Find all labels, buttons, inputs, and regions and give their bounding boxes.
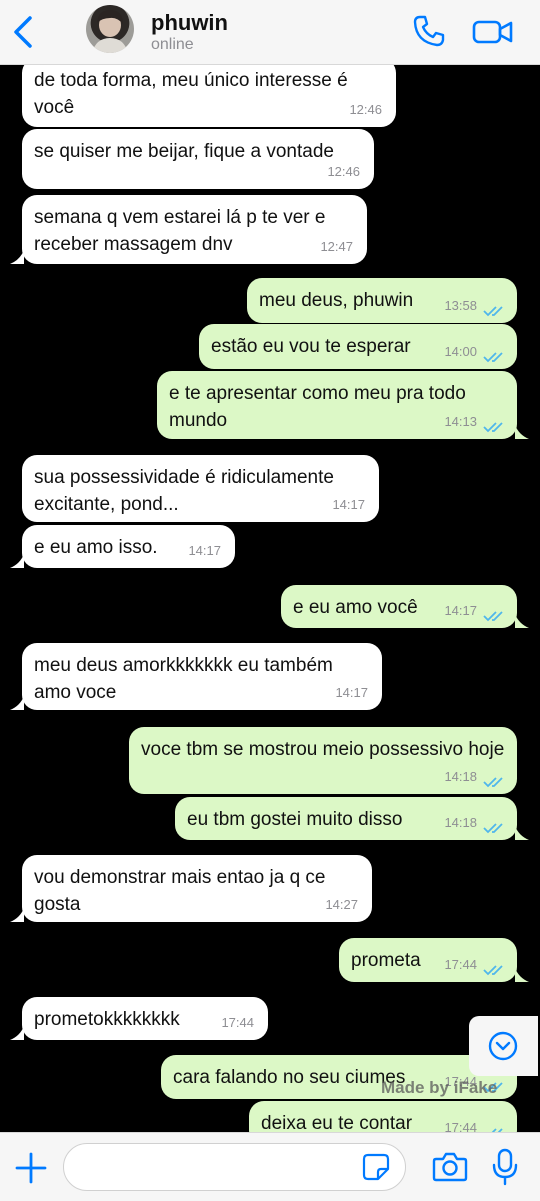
read-receipt-icon: [483, 352, 503, 363]
message-time: 13:58: [444, 298, 477, 313]
watermark: Made by iFake: [381, 1078, 498, 1097]
message-text: e te apresentar como meu pra todo mundo: [169, 383, 466, 431]
message-text: vou demonstrar mais entao ja q ce gosta: [34, 867, 326, 915]
message-bubble-incoming[interactable]: vou demonstrar mais entao ja q ce gosta …: [22, 855, 372, 922]
contact-status: online: [151, 36, 194, 53]
bubble-tail: [10, 554, 24, 568]
message-time: 14:18: [444, 769, 477, 784]
message-bubble-outgoing[interactable]: e eu amo você 14:17: [281, 585, 517, 628]
sticker-icon[interactable]: [362, 1153, 390, 1181]
phone-icon[interactable]: [412, 14, 446, 48]
microphone-icon[interactable]: [491, 1148, 519, 1186]
contact-name[interactable]: phuwin: [151, 10, 228, 36]
read-receipt-icon: [483, 965, 503, 976]
message-text: sua possessividade é ridiculamente excit…: [34, 467, 334, 515]
message-text: e eu amo você: [293, 597, 418, 618]
bubble-tail: [10, 250, 24, 264]
message-time: 14:17: [332, 497, 365, 512]
bubble-tail: [10, 696, 24, 710]
message-text: eu tbm gostei muito disso: [187, 809, 403, 830]
message-bubble-incoming[interactable]: e eu amo isso. 14:17: [22, 525, 235, 568]
read-receipt-icon: [483, 611, 503, 622]
message-text: semana q vem estarei lá p te ver e receb…: [34, 207, 326, 255]
message-bubble-outgoing[interactable]: e te apresentar como meu pra todo mundo …: [157, 371, 517, 439]
chevron-down-circle-icon: [488, 1031, 518, 1061]
message-input[interactable]: [63, 1143, 406, 1191]
camera-icon[interactable]: [432, 1150, 468, 1184]
bubble-tail: [515, 826, 529, 840]
message-time: 17:44: [444, 957, 477, 972]
message-bubble-incoming[interactable]: semana q vem estarei lá p te ver e receb…: [22, 195, 367, 264]
message-bubble-outgoing[interactable]: prometa 17:44: [339, 938, 517, 982]
message-time: 14:17: [188, 543, 221, 558]
message-bubble-outgoing[interactable]: voce tbm se mostrou meio possessivo hoje…: [129, 727, 517, 794]
bubble-tail: [515, 968, 529, 982]
message-time: 12:46: [349, 102, 382, 117]
message-time: 12:47: [320, 239, 353, 254]
message-text: meu deus amorkkkkkkk eu também amo voce: [34, 655, 333, 703]
message-bubble-outgoing[interactable]: estão eu vou te esperar 14:00: [199, 324, 517, 369]
message-text: de toda forma, meu único interesse é voc…: [34, 70, 348, 118]
message-text: meu deus, phuwin: [259, 290, 414, 311]
message-text: se quiser me beijar, fique a vontade: [34, 141, 334, 162]
message-bubble-outgoing[interactable]: deixa eu te contar 17:44: [249, 1101, 517, 1132]
bubble-tail: [10, 1026, 24, 1040]
message-time: 14:18: [444, 815, 477, 830]
composer-bar: [0, 1132, 540, 1201]
message-bubble-incoming[interactable]: meu deus amorkkkkkkk eu também amo voce …: [22, 643, 382, 710]
message-time: 17:44: [221, 1015, 254, 1030]
bubble-tail: [515, 425, 529, 439]
back-chevron-icon[interactable]: [10, 14, 40, 50]
message-time: 17:44: [444, 1120, 477, 1132]
message-text: prometokkkkkkkk: [34, 1009, 180, 1030]
message-text: cara falando no seu ciumes: [173, 1067, 406, 1088]
message-bubble-incoming[interactable]: se quiser me beijar, fique a vontade 12:…: [22, 129, 374, 189]
read-receipt-icon: [483, 422, 503, 433]
bubble-tail: [515, 614, 529, 628]
message-text: e eu amo isso.: [34, 537, 158, 558]
message-time: 14:00: [444, 344, 477, 359]
chat-header: phuwin online: [0, 0, 540, 65]
message-text: prometa: [351, 950, 421, 971]
plus-icon[interactable]: [14, 1151, 48, 1185]
message-bubble-incoming[interactable]: de toda forma, meu único interesse é voc…: [22, 64, 396, 127]
message-bubble-incoming[interactable]: sua possessividade é ridiculamente excit…: [22, 455, 379, 522]
message-bubble-outgoing[interactable]: meu deus, phuwin 13:58: [247, 278, 517, 323]
message-text: voce tbm se mostrou meio possessivo hoje: [141, 739, 505, 760]
message-bubble-incoming[interactable]: prometokkkkkkkk 17:44: [22, 997, 268, 1040]
message-time: 14:17: [444, 603, 477, 618]
bubble-tail: [10, 908, 24, 922]
message-time: 12:46: [327, 164, 360, 179]
contact-avatar[interactable]: [86, 5, 134, 53]
message-text: deixa eu te contar: [261, 1113, 413, 1132]
message-time: 14:17: [335, 685, 368, 700]
read-receipt-icon: [483, 823, 503, 834]
message-bubble-outgoing[interactable]: eu tbm gostei muito disso 14:18: [175, 797, 517, 840]
scroll-to-bottom-button[interactable]: [469, 1016, 538, 1076]
read-receipt-icon: [483, 777, 503, 788]
message-time: 14:13: [444, 414, 477, 429]
video-call-icon[interactable]: [472, 16, 514, 48]
message-text: estão eu vou te esperar: [211, 336, 411, 357]
message-list[interactable]: de toda forma, meu único interesse é voc…: [0, 64, 540, 1132]
message-time: 14:27: [325, 897, 358, 912]
read-receipt-icon: [483, 306, 503, 317]
